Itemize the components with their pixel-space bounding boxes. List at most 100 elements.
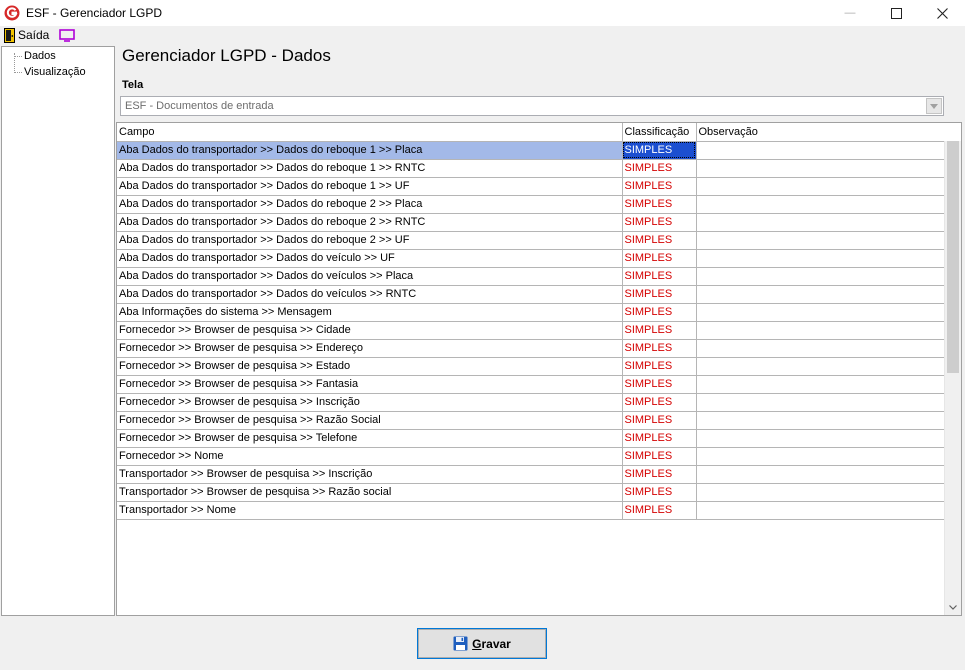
cell-campo[interactable]: Transportador >> Nome bbox=[117, 501, 623, 520]
cell-classificacao[interactable]: SIMPLES bbox=[622, 339, 697, 358]
cell-campo[interactable]: Aba Dados do transportador >> Dados do v… bbox=[117, 249, 623, 268]
cell-observacao[interactable] bbox=[696, 447, 946, 466]
cell-campo[interactable]: Fornecedor >> Browser de pesquisa >> Raz… bbox=[117, 411, 623, 430]
table-row[interactable]: Aba Informações do sistema >> Mensagem SI… bbox=[117, 303, 946, 322]
table-row[interactable]: Aba Dados do transportador >> Dados do r… bbox=[117, 159, 946, 178]
cell-classificacao[interactable]: SIMPLES bbox=[622, 393, 697, 412]
cell-classificacao[interactable]: SIMPLES bbox=[622, 267, 697, 286]
table-row[interactable]: Transportador >> Browser de pesquisa >> … bbox=[117, 483, 946, 502]
scroll-down-button[interactable] bbox=[945, 599, 961, 615]
cell-classificacao[interactable]: SIMPLES bbox=[622, 177, 697, 196]
cell-observacao[interactable] bbox=[696, 393, 946, 412]
cell-campo[interactable]: Fornecedor >> Browser de pesquisa >> Est… bbox=[117, 357, 623, 376]
cell-campo[interactable]: Fornecedor >> Browser de pesquisa >> Ins… bbox=[117, 393, 623, 412]
cell-observacao[interactable] bbox=[696, 321, 946, 340]
save-button[interactable]: Gravar bbox=[417, 628, 547, 659]
cell-campo[interactable]: Fornecedor >> Nome bbox=[117, 447, 623, 466]
scroll-thumb[interactable] bbox=[947, 141, 959, 373]
sidebar-item-dados[interactable]: Dados bbox=[24, 50, 56, 62]
cell-campo[interactable]: Aba Dados do transportador >> Dados do r… bbox=[117, 177, 623, 196]
table-row[interactable]: Aba Dados do transportador >> Dados do r… bbox=[117, 177, 946, 196]
cell-campo[interactable]: Transportador >> Browser de pesquisa >> … bbox=[117, 465, 623, 484]
close-button[interactable] bbox=[919, 0, 965, 26]
table-row[interactable]: Transportador >> Browser de pesquisa >> … bbox=[117, 465, 946, 484]
cell-observacao[interactable] bbox=[696, 195, 946, 214]
table-row[interactable]: Aba Dados do transportador >> Dados do v… bbox=[117, 285, 946, 304]
cell-campo[interactable]: Aba Informações do sistema >> Mensagem bbox=[117, 303, 623, 322]
cell-campo[interactable]: Fornecedor >> Browser de pesquisa >> Tel… bbox=[117, 429, 623, 448]
table-row[interactable]: Transportador >> Nome SIMPLES bbox=[117, 501, 946, 520]
cell-observacao[interactable] bbox=[696, 375, 946, 394]
column-header-classificacao[interactable]: Classificação bbox=[622, 123, 697, 142]
table-row[interactable]: Aba Dados do transportador >> Dados do v… bbox=[117, 267, 946, 286]
column-header-campo[interactable]: Campo bbox=[117, 123, 623, 142]
cell-classificacao[interactable]: SIMPLES bbox=[622, 285, 697, 304]
cell-observacao[interactable] bbox=[696, 249, 946, 268]
cell-classificacao[interactable]: SIMPLES bbox=[622, 357, 697, 376]
cell-classificacao[interactable]: SIMPLES bbox=[622, 375, 697, 394]
cell-observacao[interactable] bbox=[696, 231, 946, 250]
screen-button[interactable] bbox=[59, 28, 76, 42]
maximize-button[interactable] bbox=[873, 0, 919, 26]
cell-classificacao[interactable]: SIMPLES bbox=[622, 159, 697, 178]
cell-observacao[interactable] bbox=[696, 159, 946, 178]
sidebar-item-visualizacao[interactable]: Visualização bbox=[24, 66, 86, 78]
cell-observacao[interactable] bbox=[696, 267, 946, 286]
cell-observacao[interactable] bbox=[696, 411, 946, 430]
cell-classificacao[interactable]: SIMPLES bbox=[622, 213, 697, 232]
table-row[interactable]: Fornecedor >> Browser de pesquisa >> End… bbox=[117, 339, 946, 358]
cell-campo[interactable]: Fornecedor >> Browser de pesquisa >> Fan… bbox=[117, 375, 623, 394]
cell-campo[interactable]: Aba Dados do transportador >> Dados do r… bbox=[117, 231, 623, 250]
cell-observacao[interactable] bbox=[696, 177, 946, 196]
table-row[interactable]: Aba Dados do transportador >> Dados do r… bbox=[117, 231, 946, 250]
cell-campo[interactable]: Aba Dados do transportador >> Dados do v… bbox=[117, 267, 623, 286]
cell-observacao[interactable] bbox=[696, 285, 946, 304]
cell-observacao[interactable] bbox=[696, 303, 946, 322]
cell-observacao[interactable] bbox=[696, 213, 946, 232]
cell-campo[interactable]: Transportador >> Browser de pesquisa >> … bbox=[117, 483, 623, 502]
cell-campo[interactable]: Aba Dados do transportador >> Dados do r… bbox=[117, 195, 623, 214]
cell-classificacao[interactable]: SIMPLES bbox=[622, 501, 697, 520]
cell-classificacao[interactable]: SIMPLES bbox=[622, 411, 697, 430]
cell-campo[interactable]: Aba Dados do transportador >> Dados do v… bbox=[117, 285, 623, 304]
cell-classificacao[interactable]: SIMPLES bbox=[622, 249, 697, 268]
cell-classificacao[interactable]: SIMPLES bbox=[622, 429, 697, 448]
column-header-observacao[interactable]: Observação bbox=[696, 123, 946, 142]
cell-observacao[interactable] bbox=[696, 357, 946, 376]
cell-observacao[interactable] bbox=[696, 429, 946, 448]
cell-classificacao[interactable]: SIMPLES bbox=[622, 483, 697, 502]
cell-classificacao[interactable]: SIMPLES bbox=[622, 195, 697, 214]
exit-button[interactable]: Saída bbox=[4, 27, 49, 43]
cell-observacao[interactable] bbox=[696, 339, 946, 358]
cell-classificacao[interactable]: SIMPLES bbox=[622, 303, 697, 322]
cell-observacao[interactable] bbox=[696, 465, 946, 484]
cell-observacao[interactable] bbox=[696, 483, 946, 502]
cell-campo[interactable]: Fornecedor >> Browser de pesquisa >> Cid… bbox=[117, 321, 623, 340]
cell-campo[interactable]: Aba Dados do transportador >> Dados do r… bbox=[117, 159, 623, 178]
cell-classificacao[interactable]: SIMPLES bbox=[622, 141, 697, 160]
cell-observacao[interactable] bbox=[696, 501, 946, 520]
cell-campo[interactable]: Aba Dados do transportador >> Dados do r… bbox=[117, 213, 623, 232]
vertical-scrollbar[interactable] bbox=[944, 141, 961, 615]
table-row[interactable]: Fornecedor >> Browser de pesquisa >> Raz… bbox=[117, 411, 946, 430]
cell-classificacao[interactable]: SIMPLES bbox=[622, 447, 697, 466]
table-row[interactable]: Aba Dados do transportador >> Dados do v… bbox=[117, 249, 946, 268]
table-row[interactable]: Fornecedor >> Browser de pesquisa >> Tel… bbox=[117, 429, 946, 448]
table-row[interactable]: Fornecedor >> Browser de pesquisa >> Cid… bbox=[117, 321, 946, 340]
cell-campo[interactable]: Fornecedor >> Browser de pesquisa >> End… bbox=[117, 339, 623, 358]
cell-observacao[interactable] bbox=[696, 141, 946, 160]
cell-classificacao[interactable]: SIMPLES bbox=[622, 465, 697, 484]
tela-select[interactable]: ESF - Documentos de entrada bbox=[120, 96, 944, 116]
cell-classificacao[interactable]: SIMPLES bbox=[622, 321, 697, 340]
dropdown-button[interactable] bbox=[926, 98, 942, 114]
table-row[interactable]: Fornecedor >> Nome SIMPLES bbox=[117, 447, 946, 466]
table-row[interactable]: Aba Dados do transportador >> Dados do r… bbox=[117, 141, 946, 160]
minimize-button[interactable]: — bbox=[827, 0, 873, 26]
table-row[interactable]: Fornecedor >> Browser de pesquisa >> Fan… bbox=[117, 375, 946, 394]
cell-campo[interactable]: Aba Dados do transportador >> Dados do r… bbox=[117, 141, 623, 160]
table-row[interactable]: Fornecedor >> Browser de pesquisa >> Ins… bbox=[117, 393, 946, 412]
table-row[interactable]: Aba Dados do transportador >> Dados do r… bbox=[117, 195, 946, 214]
cell-classificacao[interactable]: SIMPLES bbox=[622, 231, 697, 250]
table-row[interactable]: Aba Dados do transportador >> Dados do r… bbox=[117, 213, 946, 232]
table-row[interactable]: Fornecedor >> Browser de pesquisa >> Est… bbox=[117, 357, 946, 376]
